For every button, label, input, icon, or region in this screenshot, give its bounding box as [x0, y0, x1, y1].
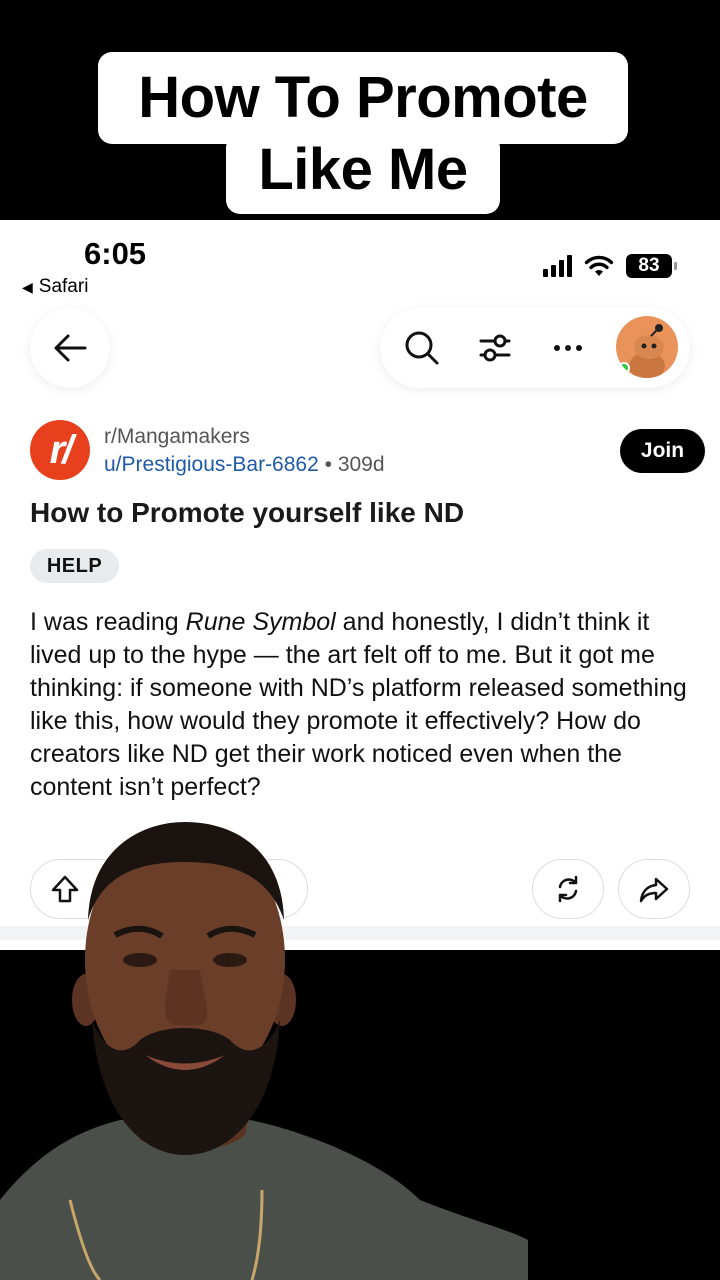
- filter-button[interactable]: [475, 328, 515, 368]
- subreddit-icon[interactable]: r/: [30, 420, 90, 480]
- subreddit-name[interactable]: r/Mangamakers: [104, 425, 250, 449]
- post-body-start: I was reading: [30, 608, 186, 636]
- post-body-rest: and honestly, I didn’t think it lived up…: [30, 608, 687, 801]
- post-title: How to Promote yourself like ND: [30, 497, 465, 528]
- video-caption: How To Promote Like Me: [0, 0, 720, 220]
- battery-icon: 83: [626, 254, 677, 278]
- wifi-icon: [584, 255, 614, 276]
- status-icons: 83: [543, 254, 677, 278]
- post-flair[interactable]: HELP: [30, 549, 119, 583]
- caption-line-1: How To Promote: [98, 52, 628, 144]
- post-age: 309d: [337, 453, 385, 476]
- share-button[interactable]: [618, 859, 690, 919]
- back-triangle-icon: ◀: [22, 278, 33, 295]
- back-to-safari[interactable]: ◀ Safari: [22, 276, 88, 298]
- user-avatar[interactable]: [616, 316, 678, 378]
- online-status-dot: [618, 362, 630, 374]
- back-button[interactable]: [30, 308, 110, 388]
- repost-icon: [558, 875, 578, 903]
- post-body-title: Rune Symbol: [185, 608, 336, 636]
- crosspost-button[interactable]: [532, 859, 604, 919]
- creator-video-overlay: [0, 822, 528, 1280]
- caption-line-2: Like Me: [226, 134, 500, 214]
- search-button[interactable]: [402, 328, 442, 368]
- join-button[interactable]: Join: [620, 429, 705, 473]
- back-app-label: Safari: [38, 276, 89, 297]
- meta-separator: •: [324, 453, 332, 476]
- arrow-left-icon: [54, 334, 87, 362]
- status-time: 6:05: [84, 236, 147, 271]
- more-button[interactable]: [548, 328, 588, 368]
- ellipsis-icon: [554, 345, 582, 351]
- sliders-icon: [479, 334, 511, 362]
- search-icon: [405, 331, 439, 365]
- nav-actions: [380, 308, 690, 388]
- cellular-signal-icon: [543, 255, 572, 277]
- share-icon: [639, 877, 669, 903]
- author-link[interactable]: u/Prestigious-Bar-6862: [104, 453, 319, 476]
- post-meta: u/Prestigious-Bar-6862 • 309d: [104, 453, 385, 477]
- post-body: I was reading Rune Symbol and honestly, …: [30, 606, 700, 804]
